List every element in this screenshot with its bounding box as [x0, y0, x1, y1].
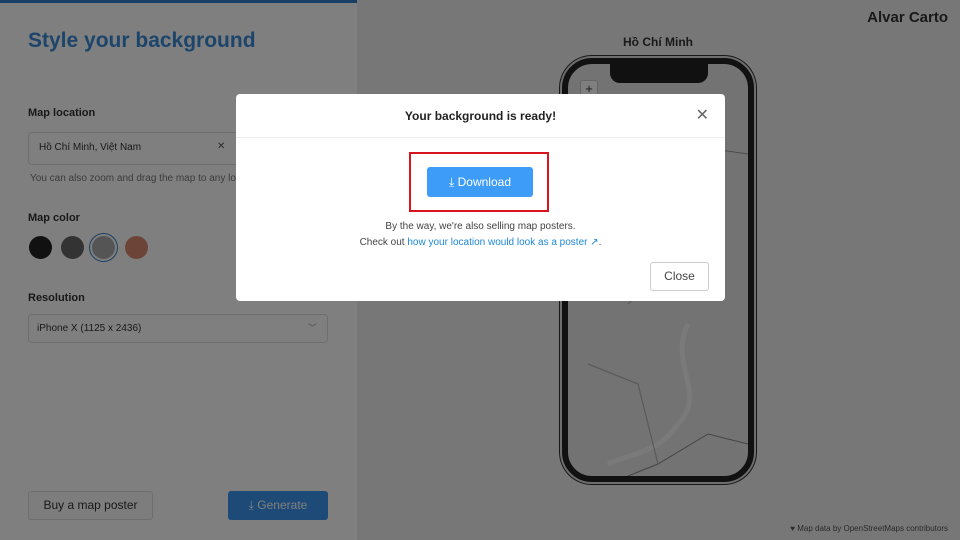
poster-link[interactable]: how your location would look as a poster… [407, 237, 598, 248]
close-icon[interactable]: ✕ [696, 94, 709, 138]
dialog-title: Your background is ready! [404, 109, 557, 123]
external-link-icon: ↗ [590, 237, 599, 248]
poster-link-text: how your location would look as a poster [407, 237, 588, 248]
check-out-text: Check out [359, 237, 408, 248]
download-icon: ⤓ [448, 175, 458, 189]
period: . [598, 237, 602, 248]
poster-link-line: Check out how your location would look a… [236, 237, 725, 248]
ready-dialog: Your background is ready! ✕ ⤓ Download By… [236, 94, 725, 301]
download-label: Download [457, 175, 511, 189]
poster-note: By the way, we're also selling map poste… [385, 221, 576, 232]
close-button[interactable]: Close [650, 262, 709, 291]
download-button[interactable]: ⤓ Download [427, 167, 533, 197]
